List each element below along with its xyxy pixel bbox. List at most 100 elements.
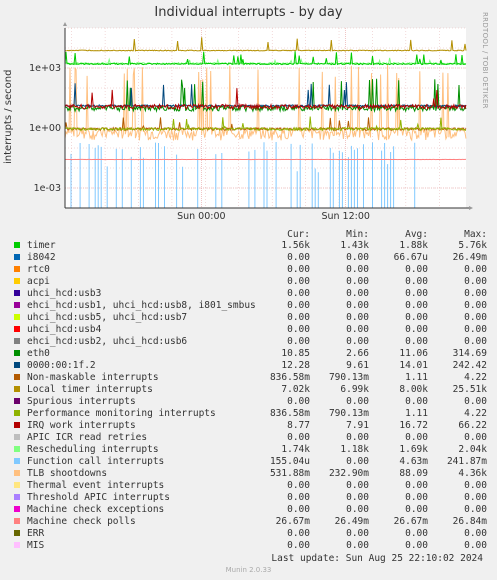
legend-row: uhci_hcd:usb4 0.00 0.00 0.00 0.00 [14,324,494,336]
legend-swatch [14,386,20,392]
legend-value-cur: 0.00 [287,432,310,443]
legend-swatch [14,422,20,428]
legend-value-min: 0.00 [346,504,369,515]
legend-value-cur: 0.00 [287,528,310,539]
legend-value-min: 0.00 [346,336,369,347]
legend-value-max: 4.36k [458,468,487,479]
legend-value-avg: 0.00 [405,324,428,335]
legend-value-max: 0.00 [464,480,487,491]
legend-row: Machine check polls 26.67m 26.49m 26.67m 26.… [14,516,494,528]
legend-value-cur: 0.00 [287,492,310,503]
legend-row: ehci_hcd:usb2, uhci_hcd:usb6 0.00 0.00 0.00… [14,336,494,348]
legend-row: APIC ICR read retries 0.00 0.00 0.00 0.00 [14,432,494,444]
legend-row: TLB shootdowns 531.88m 232.90m 88.09 4.36k [14,468,494,480]
legend-value-avg: 0.00 [405,504,428,515]
legend-row: ehci_hcd:usb1, uhci_hcd:usb8, i801_smbus… [14,300,494,312]
legend-value-min: 0.00 [346,432,369,443]
legend-label: Function call interrupts [27,456,165,467]
legend-value-avg: 66.67u [393,252,428,263]
legend-row: Spurious interrupts 0.00 0.00 0.00 0.00 [14,396,494,408]
legend-value-cur: 155.04u [269,456,310,467]
legend-value-cur: 0.00 [287,252,310,263]
legend-swatch [14,326,20,332]
legend-label: ERR [27,528,45,539]
legend-value-min: 0.00 [346,288,369,299]
legend-value-min: 1.18k [340,444,369,455]
legend-value-cur: 0.00 [287,324,310,335]
legend-value-min: 0.00 [346,312,369,323]
legend-value-max: 0.00 [464,300,487,311]
legend-row: Non-maskable interrupts 836.58m 790.13m 1.1… [14,372,494,384]
legend-swatch [14,350,20,356]
legend-value-avg: 88.09 [399,468,428,479]
munin-version: Munin 2.0.33 [225,566,272,574]
legend-swatch [14,266,20,272]
legend-value-cur: 0.00 [287,288,310,299]
legend-value-min: 1.43k [340,240,369,251]
legend-value-max: 25.51k [452,384,487,395]
legend-value-max: 2.04k [458,444,487,455]
legend-swatch [14,470,20,476]
legend-label: Thermal event interrupts [27,480,165,491]
legend-value-avg: 0.00 [405,396,428,407]
legend-row: Thermal event interrupts 0.00 0.00 0.00 0.00 [14,480,494,492]
legend-value-cur: 12.28 [281,360,310,371]
legend-value-avg: 0.00 [405,528,428,539]
legend-value-min: 0.00 [346,396,369,407]
legend-value-avg: 0.00 [405,540,428,551]
legend-value-min: 7.91 [346,420,369,431]
legend-label: uhci_hcd:usb3 [27,288,102,299]
legend-swatch [14,542,20,548]
legend-swatch [14,518,20,524]
legend-row: rtc0 0.00 0.00 0.00 0.00 [14,264,494,276]
legend-value-max: 4.22 [464,372,487,383]
legend-row: Machine check exceptions 0.00 0.00 0.00 0.00 [14,504,494,516]
legend-label: ehci_hcd:usb1, uhci_hcd:usb8, i801_smbus [27,300,256,311]
legend-header-max: Max: [464,229,487,240]
legend-value-max: 242.42 [452,360,487,371]
legend-value-max: 0.00 [464,324,487,335]
legend-row: Function call interrupts 155.04u 0.00 4.63m… [14,456,494,468]
legend-row: ERR 0.00 0.00 0.00 0.00 [14,528,494,540]
legend-value-avg: 0.00 [405,264,428,275]
legend-label: Machine check exceptions [27,504,165,515]
legend-label: rtc0 [27,264,50,275]
legend-value-min: 0.00 [346,300,369,311]
legend-value-min: 0.00 [346,528,369,539]
legend-value-min: 0.00 [346,252,369,263]
legend-value-min: 0.00 [346,264,369,275]
legend-label: i8042 [27,252,56,263]
legend-label: MIS [27,540,45,551]
legend-value-cur: 0.00 [287,540,310,551]
legend-swatch [14,242,20,248]
legend-label: Machine check polls [27,516,136,527]
legend-value-avg: 1.69k [399,444,428,455]
legend-value-min: 0.00 [346,540,369,551]
legend-row: i8042 0.00 0.00 66.67u 26.49m [14,252,494,264]
legend-swatch [14,374,20,380]
legend-swatch [14,338,20,344]
legend-value-avg: 0.00 [405,432,428,443]
legend-label: ehci_hcd:usb2, uhci_hcd:usb6 [27,336,188,347]
legend-value-cur: 7.02k [281,384,310,395]
legend-row: Local timer interrupts 7.02k 6.99k 8.00k 25.… [14,384,494,396]
legend-swatch [14,314,20,320]
legend-swatch [14,254,20,260]
legend-label: acpi [27,276,50,287]
legend-row: 0000:00:1f.2 12.28 9.61 14.01 242.42 [14,360,494,372]
legend-value-cur: 8.77 [287,420,310,431]
legend-value-cur: 0.00 [287,396,310,407]
legend-value-cur: 836.58m [269,408,310,419]
last-update: Last update: Sun Aug 25 22:10:02 2024 [271,553,483,564]
legend-row: acpi 0.00 0.00 0.00 0.00 [14,276,494,288]
legend-value-avg: 4.63m [399,456,428,467]
legend-row: Rescheduling interrupts 1.74k 1.18k 1.69k 2.… [14,444,494,456]
legend-value-avg: 1.11 [405,372,428,383]
legend-value-cur: 1.56k [281,240,310,251]
legend-value-min: 0.00 [346,456,369,467]
legend-row: eth0 10.85 2.66 11.06 314.69 [14,348,494,360]
legend-value-avg: 0.00 [405,312,428,323]
legend-label: APIC ICR read retries [27,432,148,443]
legend-label: Rescheduling interrupts [27,444,159,455]
legend-value-max: 0.00 [464,432,487,443]
